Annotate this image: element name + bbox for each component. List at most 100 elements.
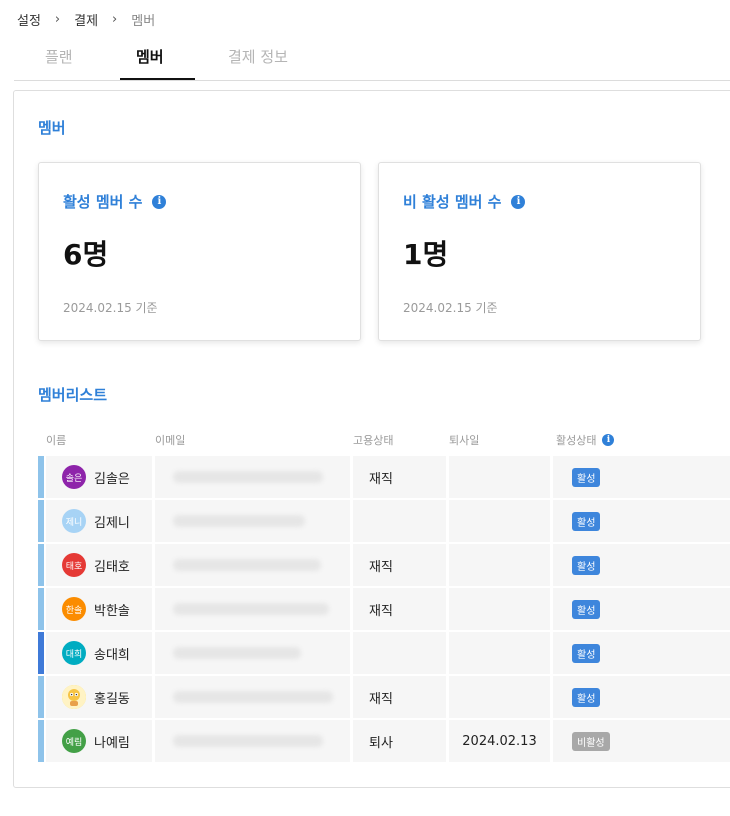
card-title: 활성 멤버 수 i (63, 191, 167, 212)
employment-cell (353, 632, 446, 674)
member-name: 김솔은 (94, 471, 130, 487)
status-badge: 활성 (572, 643, 601, 663)
table-row[interactable]: 홍길동 재직 활성 (38, 676, 730, 718)
employment-cell: 재직 (353, 676, 446, 718)
email-cell (155, 720, 350, 762)
breadcrumb: 설정 › 결제 › 멤버 (17, 10, 156, 29)
name-cell: 한솔 박한솔 (46, 588, 152, 630)
leave-date-cell (449, 676, 550, 718)
leave-date-cell (449, 500, 550, 542)
row-indicator (38, 632, 44, 674)
avatar: 예림 (62, 729, 86, 753)
chevron-right-icon: › (112, 11, 118, 27)
table-row[interactable]: 예림 나예림 퇴사 2024.02.13 비활성 (38, 720, 730, 762)
info-icon[interactable]: i (511, 194, 526, 209)
row-indicator (38, 500, 44, 542)
member-table: 솔은 김솔은 재직 활성 제니 김제니 활성 태호 김태호 재직 활성 한솔 박… (38, 456, 730, 764)
redacted-email (173, 735, 323, 747)
active-state-cell: 활성 (553, 588, 730, 630)
leave-date-cell (449, 588, 550, 630)
redacted-email (173, 471, 323, 483)
table-header: 이름 이메일 고용상태 퇴사일 활성상태 i (38, 430, 730, 448)
active-members-date: 2024.02.15 기준 (63, 301, 158, 315)
status-badge: 비활성 (572, 731, 610, 751)
tab-billing-info[interactable]: 결제 정보 (228, 46, 288, 67)
active-tab-indicator (120, 78, 195, 80)
row-indicator (38, 456, 44, 498)
info-icon[interactable]: i (602, 434, 615, 446)
status-badge: 활성 (572, 467, 601, 487)
breadcrumb-settings[interactable]: 설정 (17, 10, 41, 29)
employment-cell: 퇴사 (353, 720, 446, 762)
name-cell: 제니 김제니 (46, 500, 152, 542)
member-list-title: 멤버리스트 (38, 386, 108, 404)
leave-date-cell: 2024.02.13 (449, 720, 550, 762)
email-cell (155, 676, 350, 718)
status-badge: 활성 (572, 555, 601, 575)
column-header-email: 이메일 (155, 434, 186, 447)
active-state-label: 활성상태 (556, 434, 597, 447)
member-name: 김태호 (94, 559, 130, 575)
active-state-cell: 비활성 (553, 720, 730, 762)
breadcrumb-billing[interactable]: 결제 (74, 10, 98, 29)
row-indicator (38, 676, 44, 718)
inactive-members-label: 비 활성 멤버 수 (403, 193, 502, 211)
leave-date-cell (449, 456, 550, 498)
email-cell (155, 456, 350, 498)
status-badge: 활성 (572, 687, 601, 707)
redacted-email (173, 515, 305, 527)
redacted-email (173, 603, 329, 615)
active-members-label: 활성 멤버 수 (63, 193, 143, 211)
row-indicator (38, 720, 44, 762)
row-indicator (38, 544, 44, 586)
name-cell: 솔은 김솔은 (46, 456, 152, 498)
leave-date-cell (449, 544, 550, 586)
column-header-leave-date: 퇴사일 (449, 434, 480, 447)
row-indicator (38, 588, 44, 630)
tab-members[interactable]: 멤버 (136, 46, 164, 67)
active-state-cell: 활성 (553, 632, 730, 674)
name-cell: 예림 나예림 (46, 720, 152, 762)
avatar: 한솔 (62, 597, 86, 621)
leave-date-cell (449, 632, 550, 674)
section-title: 멤버 (38, 119, 66, 137)
table-row[interactable]: 솔은 김솔은 재직 활성 (38, 456, 730, 498)
inactive-members-date: 2024.02.15 기준 (403, 301, 498, 315)
status-badge: 활성 (572, 599, 601, 619)
column-header-active-state: 활성상태 i (556, 432, 615, 448)
breadcrumb-members: 멤버 (131, 13, 156, 29)
table-row[interactable]: 태호 김태호 재직 활성 (38, 544, 730, 586)
table-row[interactable]: 제니 김제니 활성 (38, 500, 730, 542)
tab-bar: 플랜 멤버 결제 정보 (14, 38, 730, 81)
tab-plan[interactable]: 플랜 (45, 46, 73, 67)
chevron-right-icon: › (54, 11, 61, 27)
avatar: 태호 (62, 553, 86, 577)
employment-cell: 재직 (353, 588, 446, 630)
email-cell (155, 588, 350, 630)
name-cell: 홍길동 (46, 676, 152, 718)
active-state-cell: 활성 (553, 500, 730, 542)
avatar: 제니 (62, 509, 86, 533)
member-name: 송대희 (94, 647, 130, 663)
member-name: 김제니 (94, 515, 130, 531)
active-state-cell: 활성 (553, 544, 730, 586)
info-icon[interactable]: i (152, 194, 167, 209)
email-cell (155, 500, 350, 542)
active-state-cell: 활성 (553, 676, 730, 718)
column-header-employment: 고용상태 (353, 434, 394, 447)
avatar: 대희 (62, 641, 86, 665)
redacted-email (173, 559, 321, 571)
active-members-card: 활성 멤버 수 i 6명 2024.02.15 기준 (38, 162, 361, 341)
table-row[interactable]: 한솔 박한솔 재직 활성 (38, 588, 730, 630)
character-avatar-icon (62, 685, 86, 709)
member-name: 홍길동 (94, 691, 130, 707)
active-members-count: 6명 (63, 238, 109, 271)
card-title: 비 활성 멤버 수 i (403, 191, 526, 212)
active-state-cell: 활성 (553, 456, 730, 498)
table-row[interactable]: 대희 송대희 활성 (38, 632, 730, 674)
employment-cell: 재직 (353, 544, 446, 586)
name-cell: 대희 송대희 (46, 632, 152, 674)
avatar: 솔은 (62, 465, 86, 489)
employment-cell (353, 500, 446, 542)
status-badge: 활성 (572, 511, 601, 531)
